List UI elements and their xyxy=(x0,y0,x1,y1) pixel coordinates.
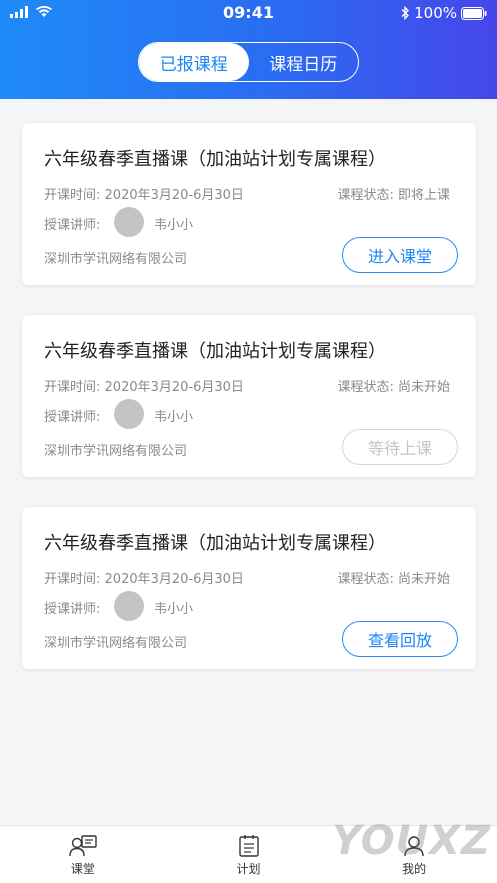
segmented-control: 已报课程 课程日历 xyxy=(138,42,359,82)
teacher-label: 授课讲师: xyxy=(44,602,101,617)
plan-icon xyxy=(238,835,259,857)
course-status-row: 课程状态: 即将上课 xyxy=(337,184,450,203)
teacher-name: 韦小小 xyxy=(154,218,194,233)
start-time-label: 开课时间: xyxy=(44,572,101,587)
battery-icon xyxy=(461,6,487,20)
start-time-value: 2020年3月20-6月30日 xyxy=(104,380,244,395)
course-status-row: 课程状态: 尚未开始 xyxy=(337,568,450,587)
view-replay-button[interactable]: 查看回放 xyxy=(342,621,458,657)
teacher-name: 韦小小 xyxy=(154,410,194,425)
start-time-row: 开课时间: 2020年3月20-6月30日 xyxy=(44,568,244,587)
status-bar: 09:41 100% xyxy=(0,0,497,28)
course-status-row: 课程状态: 尚未开始 xyxy=(337,376,450,395)
tab-plan-label: 计划 xyxy=(236,862,261,876)
start-time-label: 开课时间: xyxy=(44,380,101,395)
course-title: 六年级春季直播课（加油站计划专属课程） xyxy=(44,533,386,554)
tab-classroom-label: 课堂 xyxy=(70,862,95,876)
teacher-avatar xyxy=(114,207,144,237)
course-title: 六年级春季直播课（加油站计划专属课程） xyxy=(44,149,386,170)
course-card[interactable]: 六年级春季直播课（加油站计划专属课程） 开课时间: 2020年3月20-6月30… xyxy=(22,315,476,477)
teacher-label: 授课讲师: xyxy=(44,218,101,233)
company-name: 深圳市学讯网络有限公司 xyxy=(44,636,188,651)
company-name: 深圳市学讯网络有限公司 xyxy=(44,444,188,459)
wait-class-button[interactable]: 等待上课 xyxy=(342,429,458,465)
battery-percent: 100% xyxy=(414,4,457,22)
teacher-label: 授课讲师: xyxy=(44,410,101,425)
course-card[interactable]: 六年级春季直播课（加油站计划专属课程） 开课时间: 2020年3月20-6月30… xyxy=(22,123,476,285)
course-status-value: 尚未开始 xyxy=(397,380,450,395)
course-status-label: 课程状态: xyxy=(337,380,394,395)
start-time-value: 2020年3月20-6月30日 xyxy=(104,188,244,203)
course-title: 六年级春季直播课（加油站计划专属课程） xyxy=(44,341,386,362)
tab-plan[interactable]: 计划 xyxy=(166,826,332,883)
start-time-value: 2020年3月20-6月30日 xyxy=(104,572,244,587)
company-name: 深圳市学讯网络有限公司 xyxy=(44,252,188,267)
status-right: 100% xyxy=(400,4,487,22)
teacher-avatar xyxy=(114,399,144,429)
bluetooth-icon xyxy=(401,6,410,20)
course-status-value: 即将上课 xyxy=(397,188,450,203)
course-card[interactable]: 六年级春季直播课（加油站计划专属课程） 开课时间: 2020年3月20-6月30… xyxy=(22,507,476,669)
course-status-label: 课程状态: xyxy=(337,572,394,587)
tab-classroom[interactable]: 课堂 xyxy=(0,826,166,883)
teacher-avatar xyxy=(114,591,144,621)
teacher-name: 韦小小 xyxy=(154,602,194,617)
start-time-label: 开课时间: xyxy=(44,188,101,203)
start-time-row: 开课时间: 2020年3月20-6月30日 xyxy=(44,184,244,203)
tab-enrolled-courses[interactable]: 已报课程 xyxy=(139,43,249,81)
classroom-icon xyxy=(69,835,97,857)
course-status-label: 课程状态: xyxy=(337,188,394,203)
start-time-row: 开课时间: 2020年3月20-6月30日 xyxy=(44,376,244,395)
watermark-logo: YOUXZ xyxy=(332,818,491,864)
enter-classroom-button[interactable]: 进入课堂 xyxy=(342,237,458,273)
tab-course-calendar[interactable]: 课程日历 xyxy=(249,43,359,81)
course-status-value: 尚未开始 xyxy=(397,572,450,587)
